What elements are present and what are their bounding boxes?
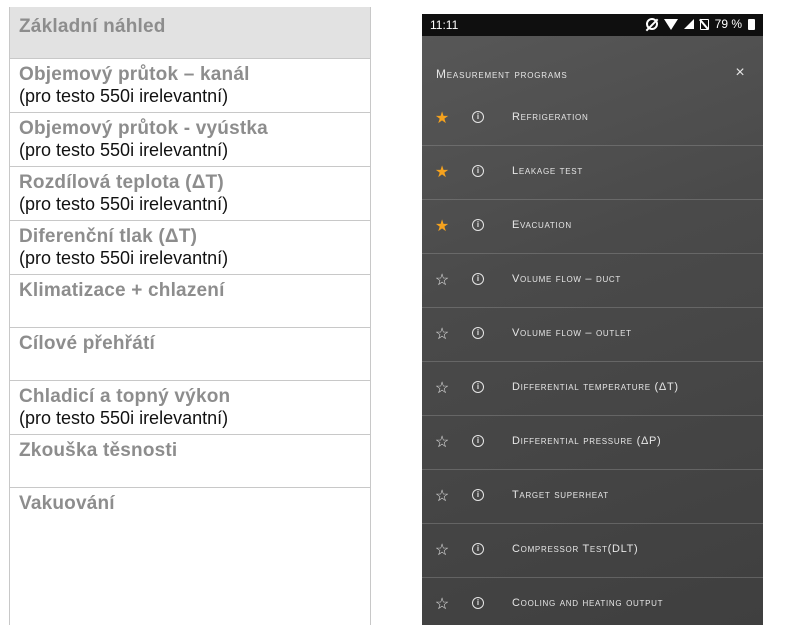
star-filled-icon[interactable]: ★ (432, 217, 452, 237)
program-item[interactable]: ☆ i Volume flow – duct (422, 254, 763, 308)
info-icon[interactable]: i (472, 489, 484, 501)
star-outline-icon[interactable]: ☆ (432, 325, 452, 345)
status-bar: 11:11 79 % (422, 14, 763, 36)
wifi-icon (663, 18, 678, 30)
info-icon[interactable]: i (472, 327, 484, 339)
info-icon[interactable]: i (472, 219, 484, 231)
program-item[interactable]: ★ i Evacuation (422, 200, 763, 254)
doc-row: Chladicí a topný výkon (pro testo 550i i… (10, 381, 370, 435)
star-outline-icon[interactable]: ☆ (432, 541, 452, 561)
panel-header: Measurement programs × (422, 36, 763, 92)
program-item[interactable]: ☆ i Target superheat (422, 470, 763, 524)
doc-row-title: Vakuování (19, 493, 115, 514)
star-filled-icon[interactable]: ★ (432, 109, 452, 129)
program-item[interactable]: ☆ i Differential temperature (ΔT) (422, 362, 763, 416)
program-item[interactable]: ☆ i Differential pressure (ΔP) (422, 416, 763, 470)
doc-row-title: Diferenční tlak (ΔT) (19, 226, 198, 247)
program-list: ★ i Refrigeration ★ i Leakage test ★ i Evacuatio… (422, 92, 763, 625)
status-time: 11:11 (430, 18, 459, 32)
doc-header: Základní náhled (10, 7, 370, 59)
doc-row: Klimatizace + chlazení (10, 275, 370, 328)
program-label: Compressor Test(DLT) (512, 543, 639, 555)
program-label: Differential temperature (ΔT) (512, 381, 679, 393)
doc-row-title: Cílové přehřátí (19, 333, 156, 354)
doc-row-note: (pro testo 550i irelevantní) (19, 86, 229, 106)
info-icon[interactable]: i (472, 597, 484, 609)
doc-row-title: Rozdílová teplota (ΔT) (19, 172, 224, 193)
signal-icon (683, 19, 694, 29)
program-item[interactable]: ☆ i Volume flow – outlet (422, 308, 763, 362)
program-label: Refrigeration (512, 111, 589, 123)
program-label: Target superheat (512, 489, 609, 501)
doc-row: Objemový průtok - vyústka (pro testo 550… (10, 113, 370, 167)
info-icon[interactable]: i (472, 273, 484, 285)
close-button[interactable]: × (731, 64, 749, 82)
info-icon[interactable]: i (472, 543, 484, 555)
program-label: Differential pressure (ΔP) (512, 435, 662, 447)
doc-row-title: Zkouška těsnosti (19, 440, 178, 461)
program-label: Evacuation (512, 219, 572, 231)
doc-header-title: Základní náhled (19, 16, 166, 37)
no-sim-icon (699, 18, 709, 30)
star-outline-icon[interactable]: ☆ (432, 487, 452, 507)
info-icon[interactable]: i (472, 165, 484, 177)
doc-row-title: Klimatizace + chlazení (19, 280, 225, 301)
program-item[interactable]: ★ i Leakage test (422, 146, 763, 200)
program-label: Volume flow – duct (512, 273, 622, 285)
status-icons: 79 % (645, 17, 755, 31)
info-icon[interactable]: i (472, 381, 484, 393)
doc-row: Zkouška těsnosti (10, 435, 370, 488)
program-label: Cooling and heating output (512, 597, 664, 609)
doc-row: Diferenční tlak (ΔT) (pro testo 550i ire… (10, 221, 370, 275)
info-icon[interactable]: i (472, 111, 484, 123)
doc-row: Cílové přehřátí (10, 328, 370, 381)
star-outline-icon[interactable]: ☆ (432, 595, 452, 615)
battery-percent: 79 % (714, 17, 742, 31)
program-label: Leakage test (512, 165, 583, 177)
star-filled-icon[interactable]: ★ (432, 163, 452, 183)
star-outline-icon[interactable]: ☆ (432, 271, 452, 291)
star-outline-icon[interactable]: ☆ (432, 379, 452, 399)
doc-row-title: Objemový průtok – kanál (19, 64, 250, 85)
doc-table: Základní náhled Objemový průtok – kanál … (9, 7, 371, 625)
star-outline-icon[interactable]: ☆ (432, 433, 452, 453)
doc-row-note: (pro testo 550i irelevantní) (19, 248, 229, 268)
panel-title: Measurement programs (436, 67, 568, 81)
program-label: Volume flow – outlet (512, 327, 632, 339)
doc-row-note: (pro testo 550i irelevantní) (19, 408, 229, 428)
battery-icon (748, 18, 755, 30)
doc-row: Objemový průtok – kanál (pro testo 550i … (10, 59, 370, 113)
phone-screen: 11:11 79 % Measurement programs × ★ i Refr… (422, 14, 763, 625)
alarm-off-icon (645, 18, 658, 30)
program-item[interactable]: ☆ i Cooling and heating output (422, 578, 763, 625)
program-item[interactable]: ☆ i Compressor Test(DLT) (422, 524, 763, 578)
doc-row-title: Objemový průtok - vyústka (19, 118, 268, 139)
doc-row-title: Chladicí a topný výkon (19, 386, 231, 407)
program-item[interactable]: ★ i Refrigeration (422, 92, 763, 146)
doc-row: Vakuování (10, 488, 370, 578)
doc-row-note: (pro testo 550i irelevantní) (19, 194, 229, 214)
doc-row: Rozdílová teplota (ΔT) (pro testo 550i i… (10, 167, 370, 221)
doc-row-note: (pro testo 550i irelevantní) (19, 140, 229, 160)
info-icon[interactable]: i (472, 435, 484, 447)
